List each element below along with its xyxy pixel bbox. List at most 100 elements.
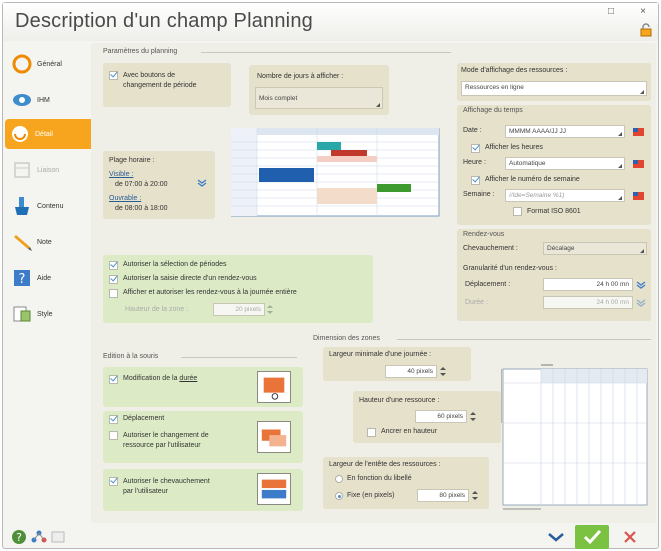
- sidebar-item-detail[interactable]: Détail: [5, 119, 93, 149]
- change-resource-checkbox[interactable]: [109, 431, 118, 440]
- period-buttons-checkbox[interactable]: [109, 71, 118, 80]
- date-format-select[interactable]: MMMM AAAA/JJ JJ: [505, 125, 625, 138]
- zone-height-field[interactable]: 20 pixels: [213, 303, 265, 316]
- ihm-icon: [13, 94, 31, 106]
- sidebar-item-contenu[interactable]: Contenu: [7, 191, 87, 221]
- days-label: Nombre de jours à afficher :: [257, 73, 344, 80]
- dropdown-arrow-icon: [640, 90, 644, 94]
- chevron-down-icon[interactable]: [197, 178, 207, 188]
- semaine-format-select[interactable]: //Ide=Semaine %1): [505, 189, 625, 202]
- allow-allday-checkbox[interactable]: [109, 289, 118, 298]
- anchor-height-checkbox[interactable]: [367, 428, 376, 437]
- svg-text:?: ?: [19, 272, 26, 287]
- date-label: Date :: [463, 127, 482, 134]
- duration-thumbnail: [257, 371, 291, 403]
- by-label-radio[interactable]: [335, 475, 343, 483]
- section-divider: [201, 52, 451, 53]
- overlap-thumbnail: [257, 473, 291, 505]
- semaine-label: Semaine :: [463, 191, 495, 198]
- sidebar-item-label: Détail: [35, 130, 53, 138]
- move-checkbox[interactable]: [109, 415, 118, 424]
- svg-text:?: ?: [16, 531, 22, 544]
- visible-label[interactable]: Visible :: [109, 171, 133, 178]
- duree-gran-field[interactable]: 24 h 00 mn: [543, 296, 633, 309]
- ouvrable-label[interactable]: Ouvrable :: [109, 195, 141, 202]
- allow-period-selection-checkbox[interactable]: [109, 261, 118, 270]
- section-title-rdv: Rendez-vous: [463, 231, 505, 238]
- bottom-bar: ?: [3, 525, 658, 549]
- sidebar-item-general[interactable]: Général: [7, 49, 87, 79]
- allow-period-selection-label: Autoriser la sélection de périodes: [123, 261, 227, 268]
- chevron-down-icon[interactable]: [543, 527, 569, 547]
- duree-gran-value: 24 h 00 mn: [596, 299, 629, 306]
- edit-duration-word: durée: [179, 375, 198, 382]
- chevauchement-label: Chevauchement :: [463, 245, 518, 252]
- cancel-icon[interactable]: [617, 527, 643, 547]
- chevron-down-icon[interactable]: [636, 298, 646, 308]
- min-width-panel: Largeur minimale d'une journée : 40 pixe…: [323, 347, 471, 381]
- fixed-width-spinner[interactable]: [472, 490, 478, 501]
- show-hours-checkbox[interactable]: [471, 144, 480, 153]
- close-button[interactable]: ×: [635, 5, 651, 19]
- min-width-spinner[interactable]: [440, 366, 446, 377]
- dialog-window: Description d'un champ Planning □ × Géné…: [2, 2, 659, 549]
- edit-duration-panel: Modification de la durée: [103, 367, 303, 407]
- visible-value: de 07:00 à 20:00: [115, 181, 168, 188]
- resource-height-spinner[interactable]: [470, 411, 476, 422]
- plage-label: Plage horaire :: [109, 157, 155, 164]
- allow-allday-label: Afficher et autoriser les rendez-vous à …: [123, 289, 297, 296]
- section-divider: [181, 357, 297, 358]
- header-width-panel: Largeur de l'entête des ressources : En …: [323, 457, 489, 509]
- fixed-width-radio[interactable]: [335, 492, 343, 500]
- days-select[interactable]: Mois complet: [255, 87, 383, 109]
- allow-direct-entry-checkbox[interactable]: [109, 275, 118, 284]
- network-icon[interactable]: [31, 530, 47, 544]
- sidebar-item-note[interactable]: Note: [7, 227, 87, 257]
- sidebar-item-liaison[interactable]: Liaison: [7, 155, 87, 185]
- sidebar-item-style[interactable]: Style: [7, 299, 87, 329]
- sidebar-item-aide[interactable]: ? Aide: [7, 263, 87, 293]
- sidebar-item-label: Style: [37, 310, 53, 318]
- chevauchement-select[interactable]: Décalage: [543, 242, 647, 255]
- resources-mode-label: Mode d'affichage des ressources :: [461, 67, 568, 74]
- days-panel: Nombre de jours à afficher : Mois comple…: [249, 65, 389, 115]
- zone-height-spinner[interactable]: [267, 304, 273, 315]
- maximize-button[interactable]: □: [603, 5, 619, 19]
- resource-height-field[interactable]: 60 pixels: [415, 410, 467, 423]
- deplacement-gran-field[interactable]: 24 h 00 mn: [543, 278, 633, 291]
- heure-format-select[interactable]: Automatique: [505, 157, 625, 170]
- lock-icon[interactable]: [639, 23, 653, 37]
- show-week-checkbox[interactable]: [471, 176, 480, 185]
- sidebar-item-label: Contenu: [37, 202, 64, 210]
- dropdown-arrow-icon: [376, 103, 380, 107]
- fixed-width-field[interactable]: 80 pixels: [417, 489, 469, 502]
- resources-mode-panel: Mode d'affichage des ressources : Ressou…: [457, 63, 651, 101]
- flag-style-icon[interactable]: [633, 128, 644, 136]
- heure-format-value: Automatique: [509, 160, 546, 167]
- liaison-icon: [14, 162, 30, 178]
- iso-format-checkbox[interactable]: [513, 207, 522, 216]
- ok-button[interactable]: [575, 525, 609, 549]
- min-width-field[interactable]: 40 pixels: [385, 365, 437, 378]
- flag-style-icon[interactable]: [633, 160, 644, 168]
- change-resource-label: Autoriser le changement de ressource par…: [123, 432, 209, 449]
- sidebar-item-label: IHM: [37, 96, 50, 104]
- chevron-down-icon[interactable]: [636, 280, 646, 290]
- flag-style-icon[interactable]: [633, 192, 644, 200]
- sidebar-item-ihm[interactable]: IHM: [7, 85, 87, 115]
- overlap-panel: Autoriser le chevauchement par l'utilisa…: [103, 469, 303, 511]
- sidebar-item-label: Général: [37, 60, 62, 68]
- sidebar: Général IHM Détail Liaison Contenu Note …: [3, 43, 93, 343]
- time-display-panel: Affichage du temps Date : MMMM AAAA/JJ J…: [457, 105, 651, 225]
- dropdown-arrow-icon: [618, 132, 622, 136]
- note-icon: [14, 235, 32, 251]
- deplacement-gran-value: 24 h 00 mn: [596, 281, 629, 288]
- zone-height-value: 20 pixels: [235, 306, 261, 313]
- edit-duration-checkbox[interactable]: [109, 375, 118, 384]
- section-divider: [397, 339, 651, 340]
- help-icon[interactable]: ?: [11, 529, 27, 545]
- contenu-icon: [15, 197, 29, 215]
- allow-overlap-checkbox[interactable]: [109, 477, 118, 486]
- resources-mode-select[interactable]: Ressources en ligne: [461, 81, 647, 96]
- window-icon[interactable]: [51, 531, 65, 543]
